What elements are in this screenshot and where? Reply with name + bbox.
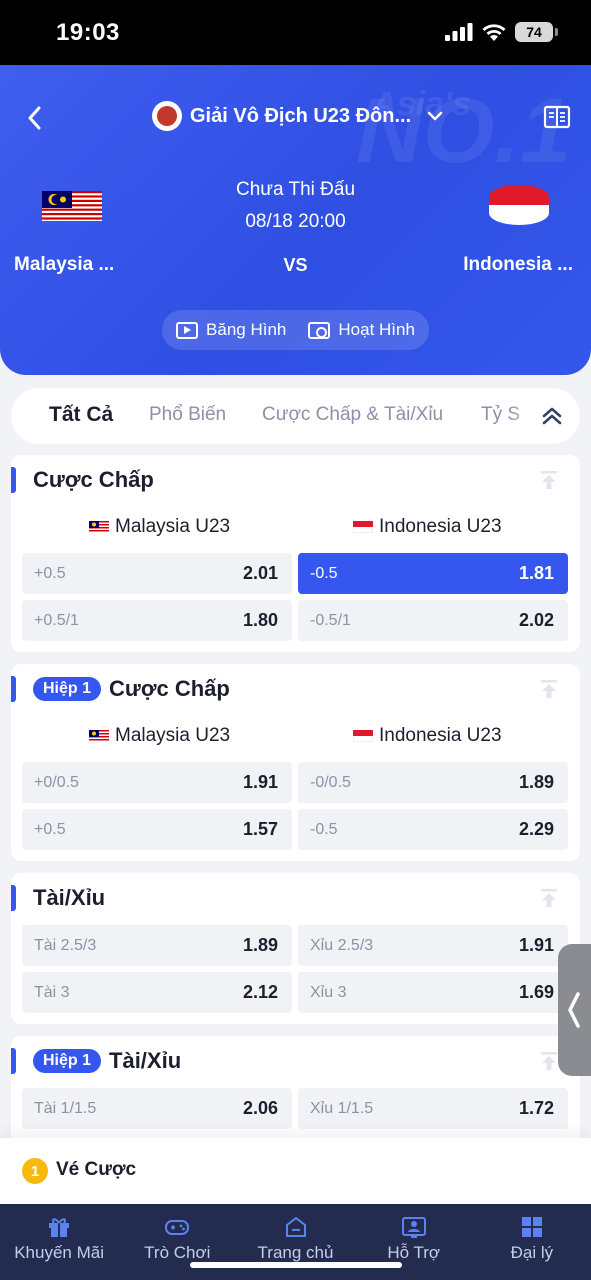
market-card-first-half-handicap: Hiệp 1 Cược Chấp Malaysia U23 Indonesia …: [11, 664, 580, 861]
animation-button[interactable]: Hoạt Hình: [308, 320, 415, 340]
collapse-icon[interactable]: [538, 402, 566, 430]
battery-level: 74: [526, 24, 542, 40]
malaysia-flag-icon: [89, 521, 109, 533]
home-team-header: Malaysia U23: [89, 516, 230, 538]
odds-button[interactable]: +0.5 1.57: [22, 809, 292, 850]
home-icon: [285, 1217, 306, 1237]
market-card-first-half-over-under: Hiệp 1 Tài/Xỉu Tài 1/1.5 2.06 Xỉu 1/1.5 1.…: [11, 1036, 580, 1146]
rules-book-icon[interactable]: [543, 103, 571, 131]
nav-item-games[interactable]: Trò Chơi: [118, 1204, 236, 1280]
market-title: Tài/Xỉu: [33, 885, 106, 910]
market-title: Hiệp 1 Tài/Xỉu: [33, 1048, 181, 1074]
league-logo: [152, 101, 182, 131]
pin-top-icon[interactable]: [538, 887, 560, 909]
odds-button[interactable]: -0.5 2.29: [298, 809, 568, 850]
odds-button[interactable]: -0.5/1 2.02: [298, 600, 568, 641]
match-header: Asia's NO.1 Giải Vô Địch U23 Đôn... Chưa…: [0, 65, 591, 375]
bottom-nav: Khuyến Mãi Trò Chơi Trang chủ Hỗ Trợ Đại…: [0, 1204, 591, 1280]
market-card-handicap: Cược Chấp Malaysia U23 Indonesia U23 +0.…: [11, 455, 580, 652]
match-status: Chưa Thi Đấu: [235, 179, 356, 200]
bet-count-badge: 1: [22, 1158, 48, 1184]
gift-icon: [49, 1218, 70, 1237]
odds-button[interactable]: Xỉu 3 1.69: [298, 972, 568, 1013]
video-icon: [176, 321, 199, 339]
battery-icon: 74: [515, 22, 558, 42]
status-bar: 19:03 74: [0, 0, 591, 65]
away-team-header: Indonesia U23: [353, 516, 502, 538]
nav-item-agent[interactable]: Đại lý: [473, 1204, 591, 1280]
odds-button[interactable]: Tài 2.5/3 1.89: [22, 925, 292, 966]
pin-top-icon[interactable]: [538, 1050, 560, 1072]
watermark-logo: NO.1: [356, 80, 571, 182]
away-team-name: Indonesia ...: [463, 254, 573, 275]
status-icons: 74: [445, 22, 558, 42]
tab-all[interactable]: Tất Cả: [49, 403, 113, 427]
odds-button[interactable]: Xỉu 2.5/3 1.91: [298, 925, 568, 966]
wifi-icon: [482, 23, 506, 41]
odds-button[interactable]: +0.5/1 1.80: [22, 600, 292, 641]
side-drawer-handle[interactable]: [558, 944, 591, 1076]
market-tabs: Tất Cả Phổ Biến Cược Chấp & Tài/Xỉu Tỷ S: [11, 388, 580, 444]
nav-item-home[interactable]: Trang chủ: [236, 1204, 354, 1280]
home-team-header: Malaysia U23: [89, 725, 230, 747]
odds-button[interactable]: Xỉu 1/1.5 1.72: [298, 1088, 568, 1129]
gamepad-icon: [165, 1220, 190, 1235]
pin-top-icon[interactable]: [538, 678, 560, 700]
signal-icon: [445, 23, 473, 41]
chevron-left-icon: [568, 992, 580, 1028]
malaysia-flag-icon: [89, 730, 109, 742]
market-title: Cược Chấp: [33, 467, 154, 492]
market-title: Hiệp 1 Cược Chấp: [33, 676, 230, 702]
nav-item-promotions[interactable]: Khuyến Mãi: [0, 1204, 118, 1280]
odds-button-selected[interactable]: -0.5 1.81: [298, 553, 568, 594]
pin-top-icon[interactable]: [538, 469, 560, 491]
odds-button[interactable]: Tài 3 2.12: [22, 972, 292, 1013]
tab-popular[interactable]: Phổ Biến: [149, 404, 226, 426]
odds-button[interactable]: +0.5 2.01: [22, 553, 292, 594]
odds-button[interactable]: +0/0.5 1.91: [22, 762, 292, 803]
back-button[interactable]: [22, 103, 48, 133]
league-selector[interactable]: Giải Vô Địch U23 Đôn...: [152, 101, 443, 131]
animation-label: Hoạt Hình: [338, 320, 415, 339]
media-switcher: Băng Hình Hoạt Hình: [162, 310, 429, 350]
chevron-down-icon: [427, 111, 443, 121]
odds-button[interactable]: -0/0.5 1.89: [298, 762, 568, 803]
agent-icon: [521, 1217, 542, 1237]
away-team-header: Indonesia U23: [353, 725, 502, 747]
half-badge: Hiệp 1: [33, 677, 102, 701]
video-button[interactable]: Băng Hình: [176, 320, 286, 340]
league-name: Giải Vô Địch U23 Đôn...: [190, 104, 412, 127]
bet-slip-bar[interactable]: 1 Vé Cược: [0, 1138, 591, 1204]
animation-icon: [308, 321, 331, 339]
home-indicator: [190, 1262, 402, 1268]
bet-slip-label: Vé Cược: [56, 1159, 137, 1180]
video-label: Băng Hình: [206, 320, 287, 339]
market-card-over-under: Tài/Xỉu Tài 2.5/3 1.89 Xỉu 2.5/3 1.91 Tài …: [11, 873, 580, 1024]
nav-item-support[interactable]: Hỗ Trợ: [355, 1204, 473, 1280]
tab-handicap-overunder[interactable]: Cược Chấp & Tài/Xỉu: [262, 404, 443, 426]
indonesia-flag-icon: [353, 521, 373, 533]
indonesia-flag-icon: [353, 730, 373, 742]
odds-button[interactable]: Tài 1/1.5 2.06: [22, 1088, 292, 1129]
match-datetime: 08/18 20:00: [245, 211, 346, 232]
support-icon: [401, 1217, 426, 1238]
status-time: 19:03: [56, 19, 120, 46]
half-badge: Hiệp 1: [33, 1049, 102, 1073]
